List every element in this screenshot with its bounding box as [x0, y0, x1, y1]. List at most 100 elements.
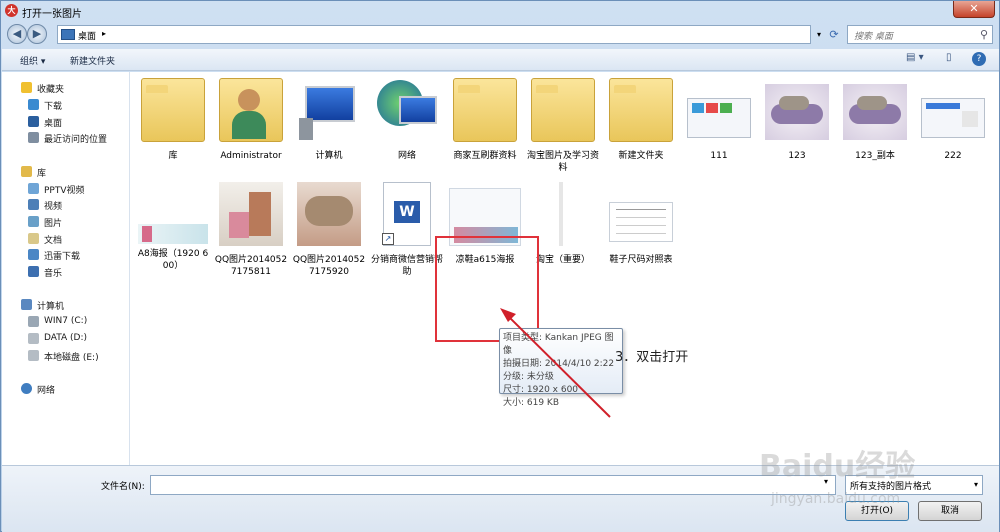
- image-thumbnail: [297, 182, 361, 246]
- library-icon: [21, 166, 32, 177]
- close-button[interactable]: ✕: [953, 1, 995, 18]
- search-icon[interactable]: ⚲: [980, 28, 988, 41]
- breadcrumb-desktop[interactable]: 桌面: [78, 29, 96, 42]
- nav-label: 视频: [44, 202, 63, 212]
- file-item-network[interactable]: 网络: [369, 78, 445, 188]
- back-button[interactable]: ◀: [7, 24, 27, 44]
- nav-label: 本地磁盘 (E:): [44, 353, 99, 363]
- forward-button[interactable]: ▶: [27, 24, 47, 44]
- title-bar: 大 打开一张图片 ✕: [1, 1, 999, 21]
- image-thumbnail: [843, 84, 907, 140]
- content-area: 收藏夹 下载 桌面 最近访问的位置 库 PPTV视频 视频 图片 文档 迅雷下载…: [2, 72, 999, 465]
- file-name: 淘宝图片及学习资料: [526, 151, 599, 173]
- library-folder-icon: [141, 78, 205, 142]
- file-item-new-folder[interactable]: 新建文件夹: [603, 78, 679, 188]
- documents-icon: [28, 233, 39, 244]
- download-icon: [28, 99, 39, 110]
- refresh-icon[interactable]: ⟳: [827, 26, 841, 43]
- organize-menu[interactable]: 组织 ▾: [20, 54, 45, 67]
- file-item-library[interactable]: 库: [135, 78, 211, 188]
- nav-item-pptv[interactable]: PPTV视频: [2, 182, 130, 197]
- nav-label: 网络: [37, 386, 56, 396]
- nav-label: 迅雷下载: [44, 252, 81, 262]
- chevron-down-icon: ▾: [973, 480, 978, 489]
- address-bar[interactable]: 桌面 ▸: [57, 25, 811, 44]
- preview-pane-icon[interactable]: ▯: [946, 52, 952, 63]
- help-icon[interactable]: ?: [972, 52, 986, 66]
- nav-item-thunder[interactable]: 迅雷下载: [2, 248, 130, 263]
- network-globe-icon: [375, 78, 439, 142]
- filename-input[interactable]: [150, 475, 836, 495]
- annotation-text: 3．双击打开: [615, 350, 689, 365]
- music-icon: [28, 266, 39, 277]
- user-folder-icon: [219, 78, 283, 142]
- file-name: Administrator: [220, 151, 282, 161]
- file-item-a8-poster[interactable]: A8海报（1920 600）: [135, 182, 211, 292]
- word-document-icon: W ↗: [382, 182, 431, 246]
- nav-item-recent[interactable]: 最近访问的位置: [2, 131, 130, 146]
- file-item-merchant-group[interactable]: 商家互刷群资料: [447, 78, 523, 188]
- new-folder-button[interactable]: 新建文件夹: [70, 54, 115, 67]
- watermark-url: jingyan.baidu.com: [771, 491, 901, 507]
- nav-network[interactable]: 网络: [2, 382, 130, 397]
- folder-icon: [453, 78, 517, 142]
- nav-label: 最近访问的位置: [44, 135, 108, 145]
- breadcrumb-chevron-icon[interactable]: ▸: [102, 29, 106, 38]
- navigation-pane: 收藏夹 下载 桌面 最近访问的位置 库 PPTV视频 视频 图片 文档 迅雷下载…: [2, 72, 130, 465]
- file-item-taobao-learning[interactable]: 淘宝图片及学习资料: [525, 78, 601, 188]
- folder-icon: [609, 78, 673, 142]
- filename-label: 文件名(N):: [101, 482, 145, 492]
- view-options-icon[interactable]: ▤ ▾: [906, 52, 924, 63]
- file-item-administrator[interactable]: Administrator: [213, 78, 289, 188]
- command-bar: 组织 ▾ 新建文件夹 ▤ ▾ ▯ ?: [2, 49, 999, 71]
- folder-icon: [531, 78, 595, 142]
- address-dropdown-icon[interactable]: ▾: [813, 26, 825, 43]
- nav-item-drive-d[interactable]: DATA (D:): [2, 332, 130, 347]
- nav-libraries[interactable]: 库: [2, 165, 130, 180]
- nav-item-videos[interactable]: 视频: [2, 198, 130, 213]
- nav-item-drive-c[interactable]: WIN7 (C:): [2, 315, 130, 330]
- nav-label: 库: [37, 169, 47, 179]
- nav-item-downloads[interactable]: 下载: [2, 98, 130, 113]
- file-name: 计算机: [315, 151, 343, 161]
- open-image-dialog: 大 打开一张图片 ✕ ◀ ▶ 桌面 ▸ ▾ ⟳ 搜索 桌面 ⚲ 组织 ▾ 新建文…: [0, 0, 1000, 532]
- nav-label: PPTV视频: [44, 186, 85, 196]
- nav-item-pictures[interactable]: 图片: [2, 215, 130, 230]
- file-item-wechat-help[interactable]: W ↗ 分销商微信营销帮助: [369, 182, 445, 292]
- file-name: 分销商微信营销帮助: [370, 255, 443, 277]
- nav-item-documents[interactable]: 文档: [2, 232, 130, 247]
- file-name: 网络: [397, 151, 416, 161]
- file-item-222[interactable]: 222: [915, 78, 991, 188]
- baidu-watermark: Baidu经验: [759, 449, 916, 484]
- image-thumbnail: [687, 98, 751, 138]
- pictures-icon: [28, 216, 39, 227]
- annotation-arrow-icon: [500, 308, 611, 418]
- image-thumbnail: [609, 202, 673, 242]
- file-item-111[interactable]: 111: [681, 78, 757, 188]
- nav-item-music[interactable]: 音乐: [2, 265, 130, 280]
- nav-favorites[interactable]: 收藏夹: [2, 81, 130, 96]
- address-row: ◀ ▶ 桌面 ▸ ▾ ⟳ 搜索 桌面 ⚲: [1, 21, 999, 47]
- image-thumbnail: [138, 224, 208, 244]
- file-name: 111: [710, 151, 728, 161]
- nav-label: 下载: [44, 102, 63, 112]
- file-name: A8海报（1920 600）: [137, 249, 209, 271]
- file-name: 123_副本: [855, 151, 895, 161]
- image-thumbnail: [921, 98, 985, 138]
- nav-computer[interactable]: 计算机: [2, 298, 130, 313]
- cancel-button[interactable]: 取消: [918, 501, 982, 521]
- file-item-123[interactable]: 123: [759, 78, 835, 188]
- nav-label: 桌面: [44, 119, 63, 129]
- nav-label: 文档: [44, 236, 63, 246]
- search-input[interactable]: 搜索 桌面 ⚲: [847, 25, 993, 44]
- nav-item-desktop[interactable]: 桌面: [2, 115, 130, 130]
- nav-item-drive-e[interactable]: 本地磁盘 (E:): [2, 349, 130, 364]
- file-item-qq-2[interactable]: QQ图片20140527175920: [291, 182, 367, 292]
- file-item-qq-1[interactable]: QQ图片20140527175811: [213, 182, 289, 292]
- star-icon: [21, 82, 32, 93]
- nav-label: WIN7 (C:): [44, 316, 88, 326]
- file-item-computer[interactable]: 计算机: [291, 78, 367, 188]
- file-name: 123: [788, 151, 806, 161]
- nav-label: DATA (D:): [44, 333, 88, 343]
- file-item-123-copy[interactable]: 123_副本: [837, 78, 913, 188]
